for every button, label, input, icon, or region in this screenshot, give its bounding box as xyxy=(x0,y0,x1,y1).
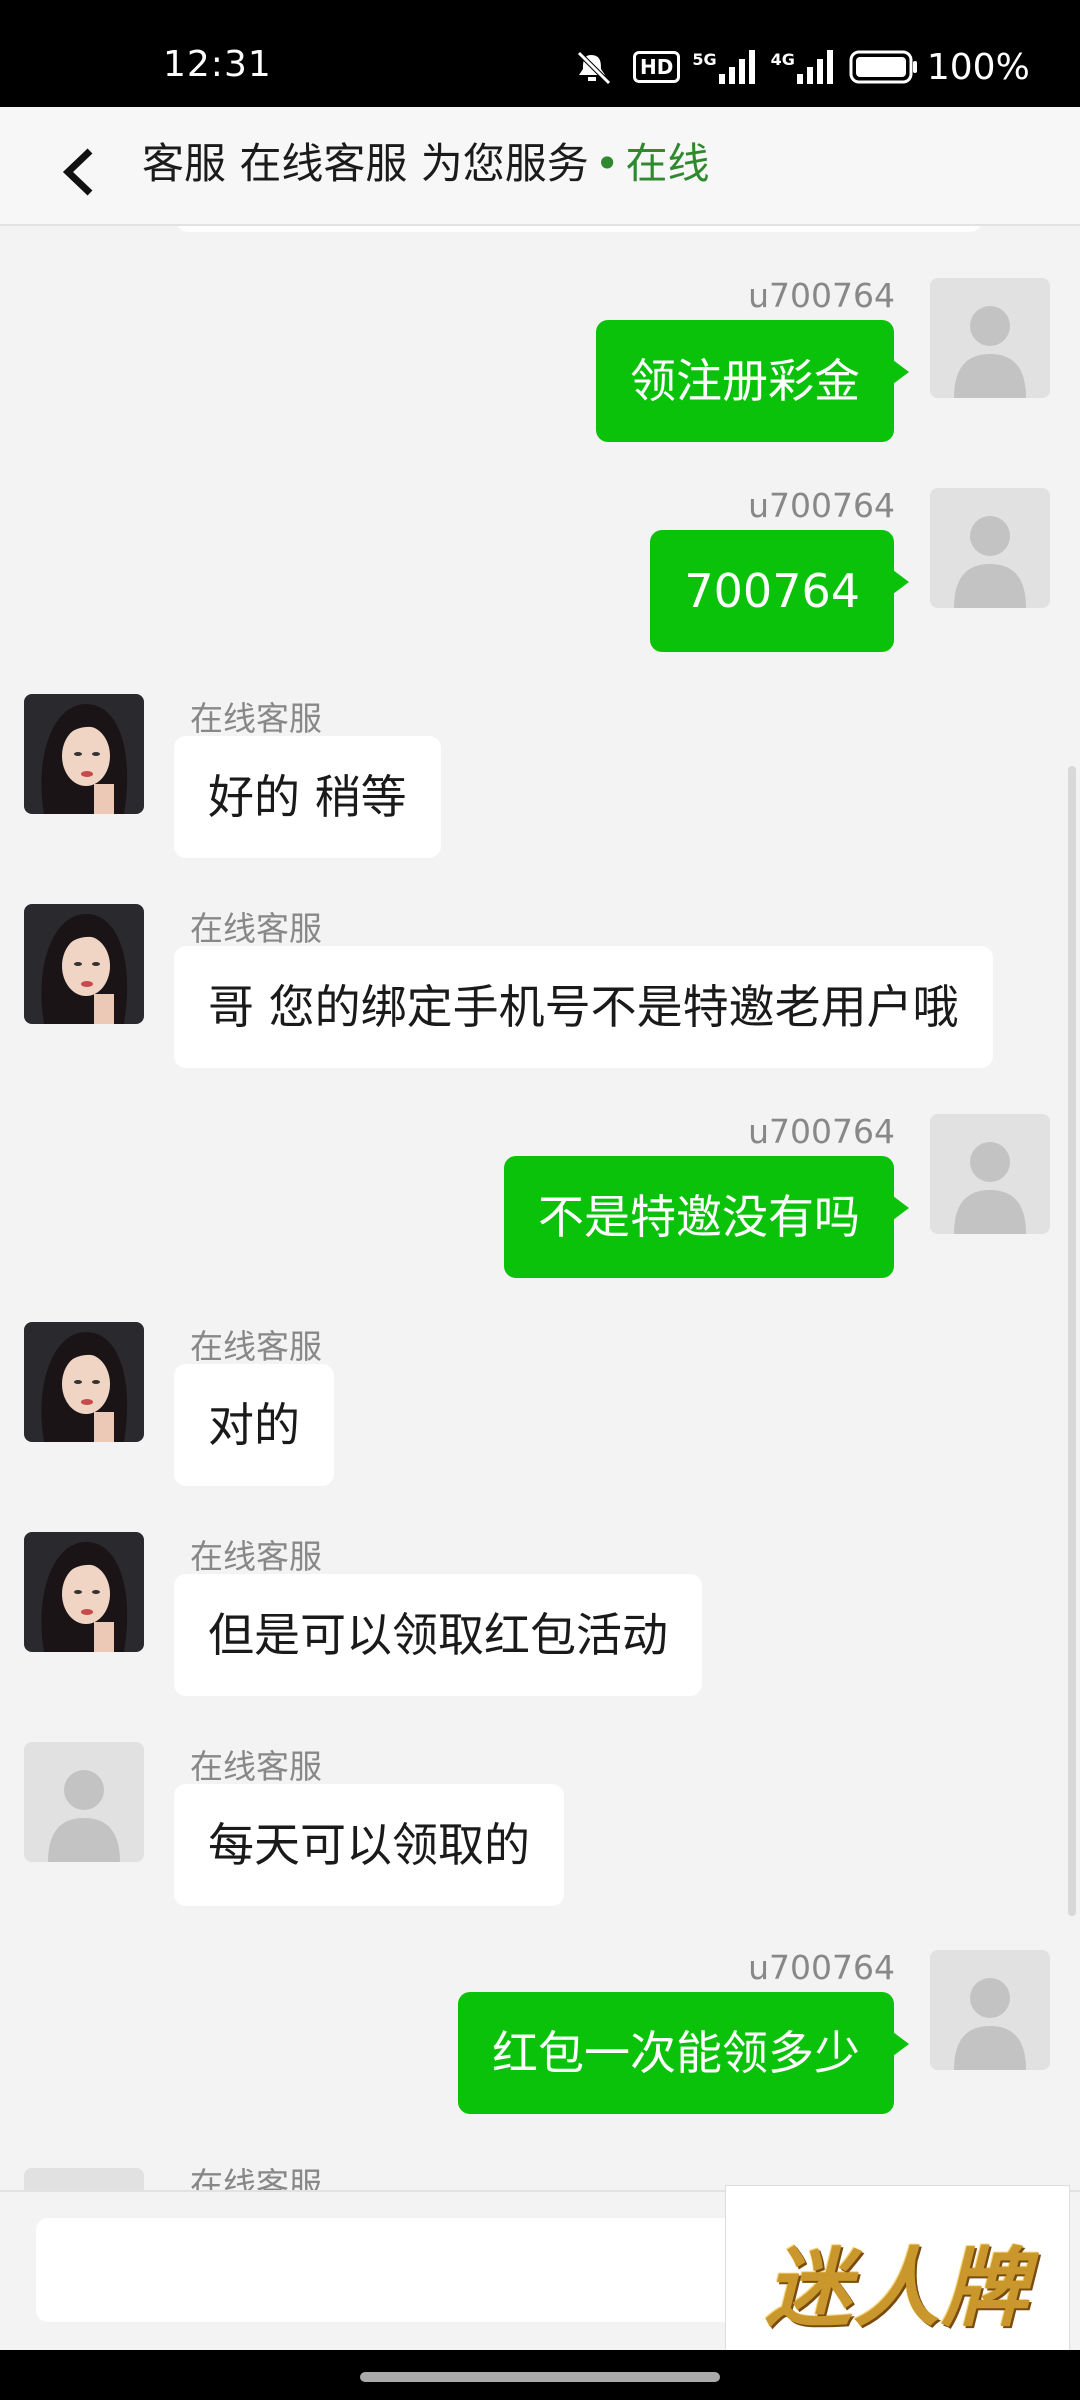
status-icons: HD 5G 4G 100% xyxy=(575,46,1030,88)
message-bubble-received[interactable]: 对的 xyxy=(174,1364,334,1486)
battery-icon xyxy=(849,50,917,84)
message-bubble-received[interactable]: 好的 稍等 xyxy=(174,736,441,858)
message-bubble-received[interactable]: 哥 您的绑定手机号不是特邀老用户哦 xyxy=(174,946,993,1068)
chat-message-list[interactable]: u700764 领注册彩金 u700764 700764 在线客服 好的 稍等 … xyxy=(0,226,1080,2190)
watermark-logo: 迷人牌 xyxy=(725,2185,1070,2375)
agent-avatar[interactable] xyxy=(24,1742,144,1862)
chat-title: 客服 在线客服 为您服务 • 在线 xyxy=(142,137,710,191)
previous-message-bubble xyxy=(176,226,982,232)
hd-icon: HD xyxy=(633,51,681,83)
sender-name: 在线客服 xyxy=(190,1327,322,1366)
agent-photo-icon xyxy=(24,904,144,1024)
agent-photo-icon xyxy=(24,1532,144,1652)
sender-name: u700764 xyxy=(748,276,895,315)
home-indicator[interactable] xyxy=(360,2372,720,2382)
chat-header: 客服 在线客服 为您服务 • 在线 xyxy=(0,107,1080,226)
default-avatar-icon xyxy=(930,1950,1050,2070)
watermark-text: 迷人牌 xyxy=(765,2237,1030,2339)
sender-name: 在线客服 xyxy=(190,2165,322,2190)
message-bubble-sent[interactable]: 领注册彩金 xyxy=(596,320,909,442)
sender-name: 在线客服 xyxy=(190,699,322,738)
chat-scrollbar[interactable] xyxy=(1068,766,1076,1916)
online-status: 在线 xyxy=(625,139,710,188)
sender-name: u700764 xyxy=(748,486,895,525)
message-bubble-sent[interactable]: 不是特邀没有吗 xyxy=(504,1156,909,1278)
message-bubble-received[interactable]: 但是可以领取红包活动 xyxy=(174,1574,702,1696)
mute-icon xyxy=(577,51,611,85)
default-avatar-icon xyxy=(930,1114,1050,1234)
signal-4g-icon: 4G xyxy=(771,50,837,84)
agent-avatar[interactable] xyxy=(24,694,144,814)
agent-photo-icon xyxy=(24,1322,144,1442)
message-bubble-sent[interactable]: 红包一次能领多少 xyxy=(458,1992,909,2114)
status-bar: 12:31 HD 5G 4G 100% xyxy=(0,0,1080,107)
agent-avatar[interactable] xyxy=(24,2168,144,2190)
sender-name: u700764 xyxy=(748,1112,895,1151)
agent-photo-icon xyxy=(24,694,144,814)
sender-name: 在线客服 xyxy=(190,1537,322,1576)
default-avatar-icon xyxy=(24,1742,144,1862)
message-input[interactable] xyxy=(36,2218,796,2322)
online-dot: • xyxy=(594,139,620,188)
user-avatar[interactable] xyxy=(930,488,1050,608)
message-bubble-received[interactable]: 每天可以领取的 xyxy=(174,1784,564,1906)
user-avatar[interactable] xyxy=(930,278,1050,398)
sender-name: u700764 xyxy=(748,1948,895,1987)
network-5g-label: 5G xyxy=(692,50,717,69)
signal-5g-icon: 5G xyxy=(692,50,758,84)
battery-level: 100% xyxy=(926,46,1030,88)
user-avatar[interactable] xyxy=(930,1950,1050,2070)
network-4g-label: 4G xyxy=(770,50,795,69)
back-arrow-icon[interactable] xyxy=(58,145,98,199)
chat-title-text: 客服 在线客服 为您服务 xyxy=(142,139,589,188)
default-avatar-icon xyxy=(930,278,1050,398)
system-nav-bar xyxy=(0,2350,1080,2400)
agent-avatar[interactable] xyxy=(24,1322,144,1442)
sender-name: 在线客服 xyxy=(190,1747,322,1786)
default-avatar-icon xyxy=(24,2168,144,2190)
agent-avatar[interactable] xyxy=(24,1532,144,1652)
agent-avatar[interactable] xyxy=(24,904,144,1024)
default-avatar-icon xyxy=(930,488,1050,608)
message-bubble-sent[interactable]: 700764 xyxy=(650,530,909,652)
user-avatar[interactable] xyxy=(930,1114,1050,1234)
status-time: 12:31 xyxy=(163,44,272,85)
sender-name: 在线客服 xyxy=(190,909,322,948)
